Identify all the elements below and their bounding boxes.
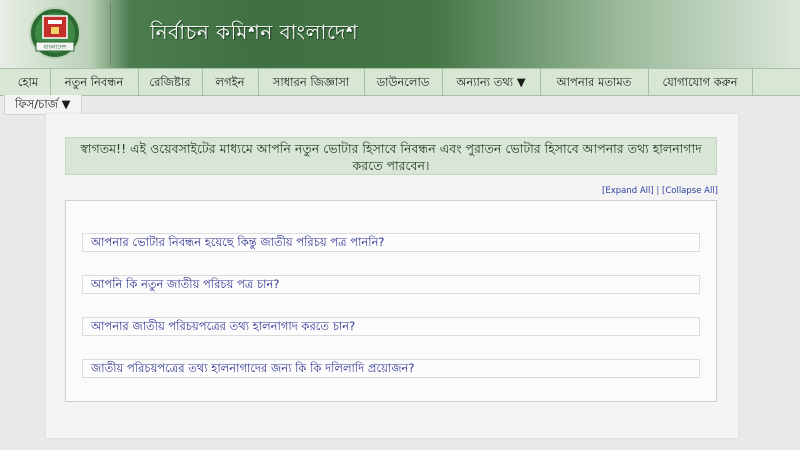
faq-item[interactable]: আপনি কি নতুন জাতীয় পরিচয় পত্র চান? <box>82 275 700 294</box>
faq-item[interactable]: জাতীয় পরিচয়পত্রের তথ্য হালনাগাদের জন্য… <box>82 359 700 378</box>
expand-separator: | <box>653 186 662 196</box>
main-nav: হোম নতুন নিবন্ধন রেজিষ্টার লগইন সাধারন জ… <box>0 68 800 96</box>
logo-text: বাংলাদেশ <box>43 44 67 51</box>
nav-item-home[interactable]: হোম <box>6 69 51 95</box>
faq-list: আপনার ভোটার নিবন্ধন হয়েছে কিন্তু জাতীয়… <box>65 200 717 402</box>
nav-item-login[interactable]: লগইন <box>202 69 259 95</box>
nav-item-new-registration[interactable]: নতুন নিবন্ধন <box>50 69 139 95</box>
site-title: নির্বাচন কমিশন বাংলাদেশ <box>150 20 359 44</box>
nav-item-contact[interactable]: যোগাযোগ করুন <box>648 69 753 95</box>
nav-item-other-info[interactable]: অন্যান্য তথ্য ▼ <box>442 69 541 95</box>
nav-item-register[interactable]: রেজিষ্টার <box>138 69 203 95</box>
expand-collapse-controls: [Expand All] | [Collapse All] <box>602 186 718 196</box>
welcome-message: স্বাগতম!! এই ওয়েবসাইটের মাধ্যমে আপনি নত… <box>65 137 717 175</box>
content-panel: স্বাগতম!! এই ওয়েবসাইটের মাধ্যমে আপনি নত… <box>46 114 738 438</box>
election-commission-logo[interactable]: বাংলাদেশ <box>24 6 86 64</box>
faq-item[interactable]: আপনার জাতীয় পরিচয়পত্রের তথ্য হালনাগাদ … <box>82 317 700 336</box>
collapse-all-link[interactable]: [Collapse All] <box>662 186 718 196</box>
site-header: বাংলাদেশ নির্বাচন কমিশন বাংলাদেশ <box>0 0 800 68</box>
logo-area: বাংলাদেশ <box>6 2 111 66</box>
nav-item-fees[interactable]: ফিস/চার্জ ▼ <box>4 95 82 115</box>
nav-item-download[interactable]: ডাউনলোড <box>364 69 443 95</box>
nav-item-feedback[interactable]: আপনার মতামত <box>540 69 649 95</box>
faq-item[interactable]: আপনার ভোটার নিবন্ধন হয়েছে কিন্তু জাতীয়… <box>82 233 700 252</box>
nav-item-faq[interactable]: সাধারন জিজ্ঞাসা <box>258 69 365 95</box>
expand-all-link[interactable]: [Expand All] <box>602 186 654 196</box>
